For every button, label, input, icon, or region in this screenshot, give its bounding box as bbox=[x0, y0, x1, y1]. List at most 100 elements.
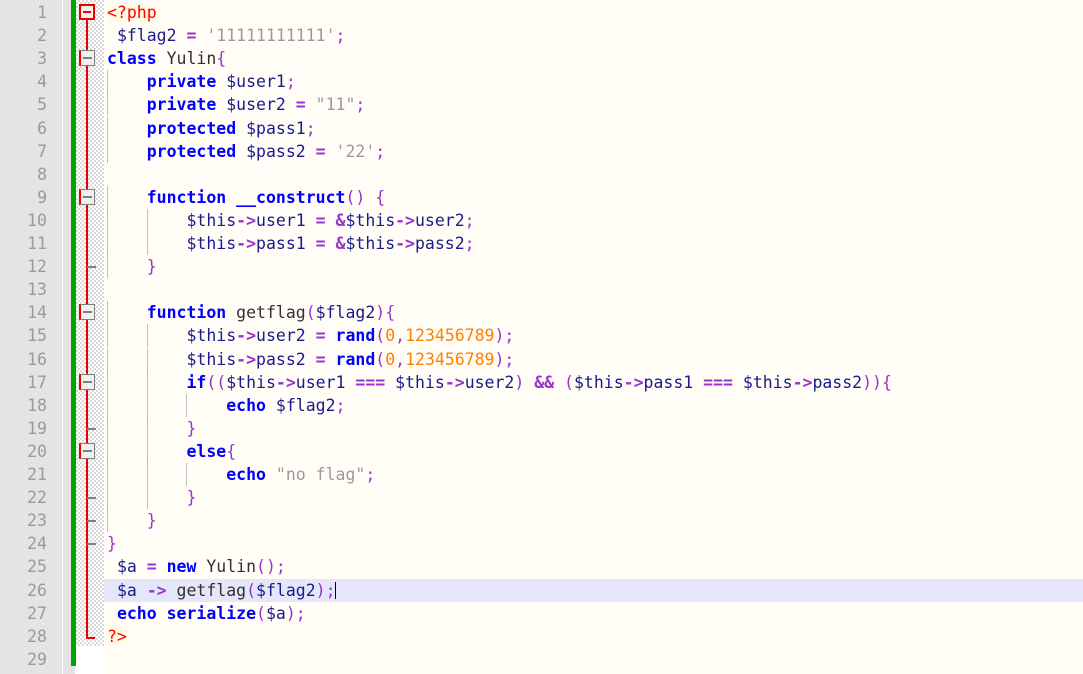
code-token: $pass1 bbox=[246, 118, 306, 138]
code-token: "11" bbox=[315, 95, 356, 115]
code-token: echo bbox=[226, 395, 266, 415]
code-line[interactable]: $this->pass1 = &$this->pass2; bbox=[104, 232, 1083, 255]
code-line[interactable]: private $user1; bbox=[104, 70, 1083, 93]
code-token: $a bbox=[116, 557, 137, 577]
code-token: === bbox=[703, 372, 733, 392]
code-token: () bbox=[256, 557, 276, 577]
code-token: function bbox=[146, 303, 227, 323]
code-token: -> bbox=[623, 372, 644, 392]
code-line[interactable]: ?> bbox=[104, 625, 1083, 648]
code-line[interactable]: $this->pass2 = rand(0,123456789); bbox=[104, 348, 1083, 371]
fold-margin[interactable] bbox=[76, 0, 104, 674]
code-token: (( bbox=[206, 372, 227, 392]
code-token: '22' bbox=[335, 141, 376, 161]
code-line[interactable]: function getflag($flag2){ bbox=[104, 301, 1083, 324]
code-line[interactable]: protected $pass2 = '22'; bbox=[104, 140, 1083, 163]
code-line[interactable]: class Yulin{ bbox=[104, 47, 1083, 70]
line-number: 16 bbox=[27, 349, 47, 369]
code-line[interactable]: } bbox=[104, 255, 1083, 278]
code-token: if bbox=[186, 372, 207, 392]
line-number: 24 bbox=[27, 534, 47, 554]
code-line[interactable]: } bbox=[104, 417, 1083, 440]
code-line[interactable]: echo "no flag"; bbox=[104, 463, 1083, 486]
code-token: $pass2 bbox=[246, 141, 306, 161]
code-token: ( bbox=[375, 326, 386, 346]
code-token: } bbox=[146, 511, 157, 531]
line-number: 5 bbox=[37, 95, 47, 115]
code-token: && bbox=[534, 372, 555, 392]
code-line[interactable]: if(($this->user1 === $this->user2) && ($… bbox=[104, 371, 1083, 394]
code-token: 0 bbox=[385, 326, 396, 346]
code-line[interactable]: function __construct() { bbox=[104, 186, 1083, 209]
code-token: ; bbox=[464, 210, 475, 230]
code-token: = bbox=[186, 26, 197, 46]
code-token: "no flag" bbox=[275, 465, 366, 484]
code-line[interactable]: } bbox=[104, 486, 1083, 509]
code-token: ) bbox=[514, 372, 525, 392]
code-token: ; bbox=[464, 234, 475, 253]
code-token: protected bbox=[146, 141, 237, 161]
code-token: & bbox=[335, 210, 346, 230]
code-line[interactable] bbox=[104, 278, 1083, 301]
code-line[interactable] bbox=[104, 163, 1083, 186]
code-line[interactable]: private $user2 = "11"; bbox=[104, 93, 1083, 116]
code-line[interactable]: $a -> getflag($flag2); bbox=[104, 578, 1083, 602]
code-line[interactable]: $a = new Yulin(); bbox=[104, 555, 1083, 578]
code-line[interactable]: } bbox=[104, 532, 1083, 555]
code-line[interactable]: } bbox=[104, 509, 1083, 532]
code-token: } bbox=[186, 488, 197, 508]
code-token: ( bbox=[564, 372, 574, 392]
code-line[interactable]: $this->user2 = rand(0,123456789); bbox=[104, 324, 1083, 347]
code-token: $this bbox=[345, 210, 396, 230]
line-number: 25 bbox=[27, 557, 47, 577]
code-line[interactable]: <?php bbox=[104, 1, 1083, 24]
code-token: $this bbox=[186, 349, 237, 369]
code-token: rand bbox=[335, 326, 376, 346]
fold-margin-blank-area bbox=[76, 646, 104, 674]
code-token: getflag bbox=[226, 303, 306, 323]
code-token: = bbox=[315, 141, 326, 161]
line-number: 28 bbox=[27, 626, 47, 646]
code-line[interactable]: echo $flag2; bbox=[104, 394, 1083, 417]
code-token: ) bbox=[315, 580, 326, 600]
code-token: pass2 bbox=[415, 234, 465, 253]
code-line[interactable]: else{ bbox=[104, 440, 1083, 463]
code-line[interactable]: protected $pass1; bbox=[104, 117, 1083, 140]
code-line[interactable]: echo serialize($a); bbox=[104, 602, 1083, 625]
code-token: $this bbox=[345, 234, 396, 253]
code-editor[interactable]: 1 2 3 4 5 6 7 8 9 10 11 12 13 14 15 16 17 18 19 20 21 22 23 24 2… bbox=[0, 0, 1083, 674]
line-number: 15 bbox=[27, 326, 47, 346]
code-token: $this bbox=[186, 234, 237, 253]
code-token: private bbox=[146, 95, 217, 115]
code-token: -> bbox=[236, 210, 257, 230]
line-number: 3 bbox=[37, 49, 47, 69]
code-token: )) bbox=[862, 372, 882, 392]
code-token: , bbox=[395, 349, 406, 369]
code-line[interactable]: $flag2 = '11111111111'; bbox=[104, 24, 1083, 47]
code-token: else bbox=[186, 441, 227, 461]
code-line[interactable] bbox=[104, 648, 1083, 671]
code-token: $this bbox=[395, 372, 445, 392]
line-number: 23 bbox=[27, 511, 47, 531]
code-text-area[interactable]: <?php $flag2 = '11111111111'; class Yulin… bbox=[104, 0, 1083, 674]
code-token: new bbox=[166, 557, 197, 577]
code-token: $flag2 bbox=[256, 580, 316, 600]
code-token: = bbox=[315, 349, 326, 369]
code-line[interactable]: $this->user1 = &$this->user2; bbox=[104, 209, 1083, 232]
